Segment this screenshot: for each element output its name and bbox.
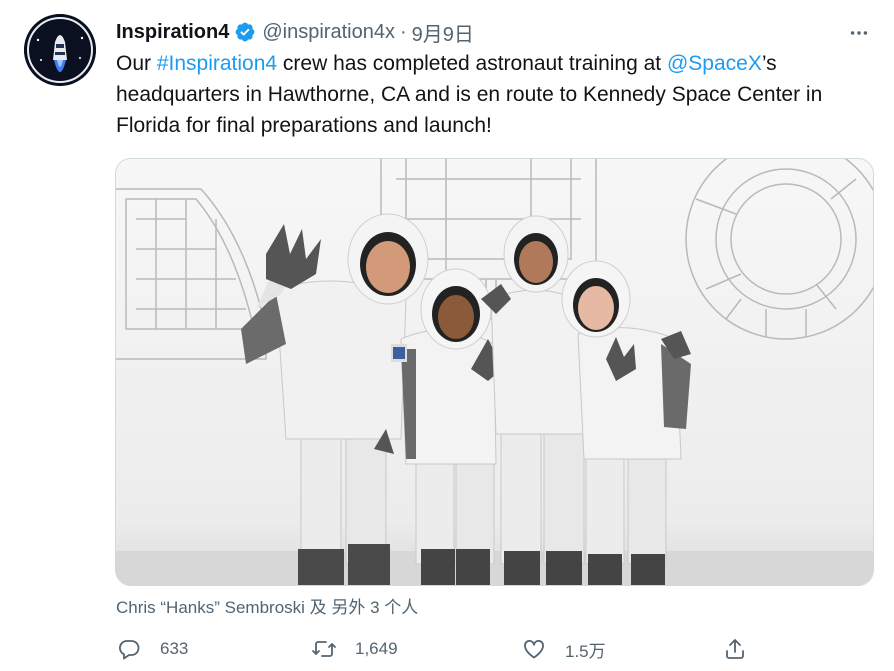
share-icon: [722, 636, 748, 662]
verified-badge-icon: [234, 21, 256, 43]
reply-count: 633: [160, 639, 189, 658]
tweet: Inspiration4 @inspiration4x · 9月9日 Our #…: [0, 0, 894, 671]
retweet-button[interactable]: 1,649: [311, 633, 398, 665]
hashtag-link[interactable]: #Inspiration4: [157, 52, 277, 75]
tweet-text-part1: Our: [116, 52, 157, 75]
photo-tagged-users[interactable]: Chris “Hanks” Sembroski 及 另外 3 个人: [116, 593, 418, 618]
mention-link[interactable]: @SpaceX: [667, 52, 762, 75]
reply-icon: [116, 636, 142, 662]
action-bar: 633 1,649 1.5万: [116, 633, 756, 665]
like-icon: [521, 636, 547, 662]
tweet-photo[interactable]: [115, 158, 874, 586]
display-name[interactable]: Inspiration4: [116, 21, 229, 44]
retweet-icon: [311, 636, 337, 662]
avatar[interactable]: [24, 14, 96, 86]
more-icon[interactable]: [846, 20, 872, 46]
reply-button[interactable]: 633: [116, 633, 188, 665]
tweet-text: Our #Inspiration4 crew has completed ast…: [116, 48, 886, 141]
tweet-header: Inspiration4 @inspiration4x · 9月9日: [116, 18, 474, 46]
retweet-count: 1,649: [355, 639, 398, 658]
tweet-text-part2: crew has completed astronaut training at: [277, 52, 667, 75]
like-button[interactable]: 1.5万: [521, 633, 606, 665]
like-count: 1.5万: [565, 641, 606, 661]
user-handle[interactable]: @inspiration4x: [262, 21, 395, 44]
tweet-date[interactable]: 9月9日: [412, 18, 474, 47]
header-separator: ·: [399, 20, 407, 43]
share-button[interactable]: [722, 633, 748, 665]
